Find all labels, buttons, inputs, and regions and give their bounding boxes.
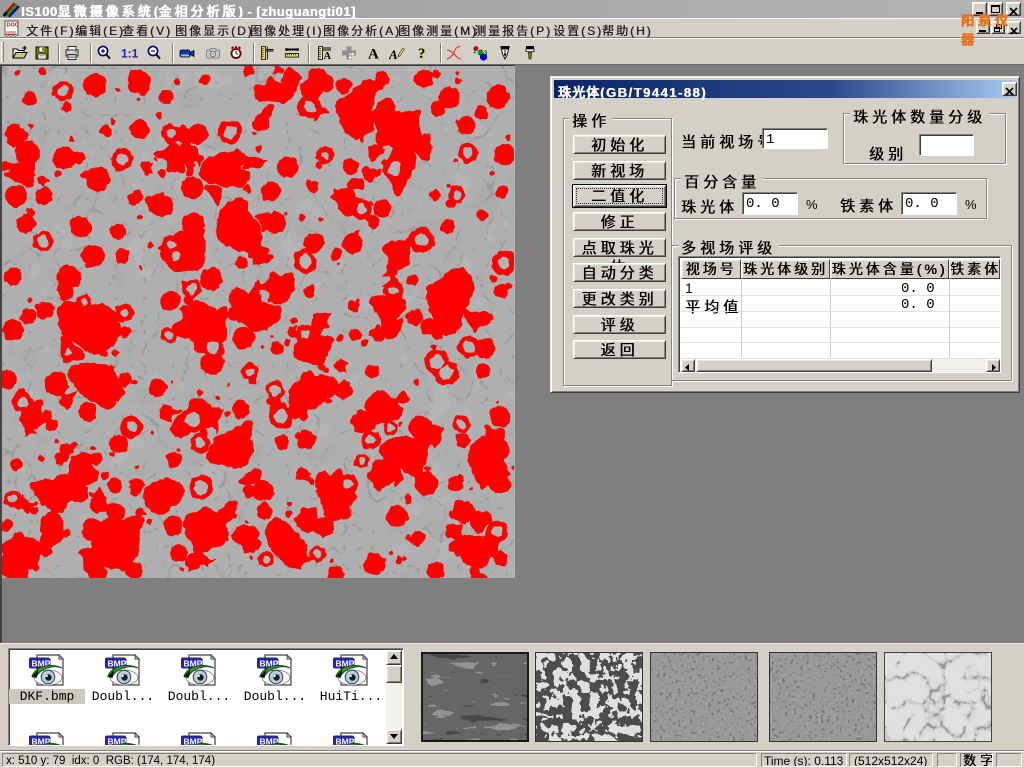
svg-text:3: 3 [484,51,488,57]
svg-text:A: A [368,47,379,62]
svg-text:1:1: 1:1 [121,47,138,61]
svg-text:A: A [389,47,398,61]
svg-text:?: ? [418,46,425,61]
svg-text:A: A [324,51,332,61]
svg-text:DOC: DOC [7,23,19,29]
